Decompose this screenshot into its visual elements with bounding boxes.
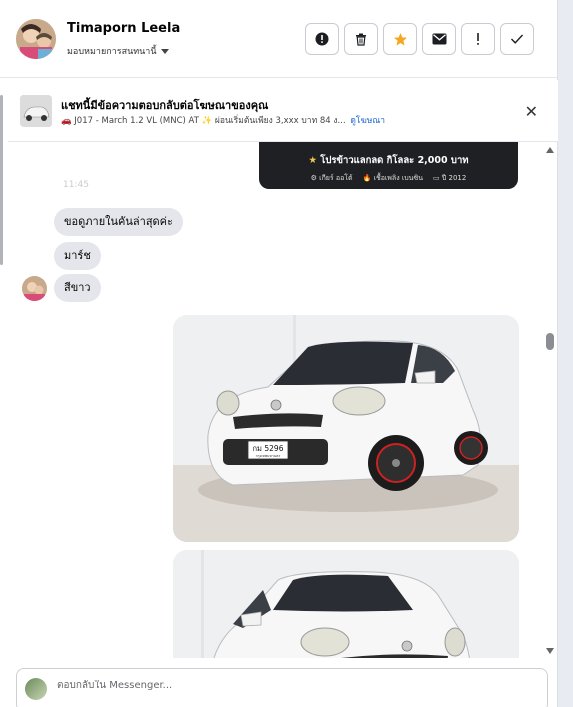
- message-thread: ★ โปรข้าวแลกลด กิโลละ 2,000 บาท ⚙ เกียร์…: [8, 142, 544, 658]
- contact-avatar[interactable]: [16, 19, 56, 59]
- page-avatar: [25, 678, 47, 700]
- star-button[interactable]: [383, 23, 417, 55]
- close-icon[interactable]: ✕: [525, 102, 538, 121]
- promo-meta-transmission: เกียร์ ออโต้: [319, 174, 353, 182]
- assign-conversation-dropdown[interactable]: มอบหมายการสนทนานี้: [67, 44, 169, 58]
- envelope-icon: [432, 33, 446, 45]
- header-actions: [305, 23, 534, 55]
- follow-up-button[interactable]: [461, 23, 495, 55]
- mark-done-button[interactable]: [500, 23, 534, 55]
- sender-avatar: [22, 276, 47, 301]
- view-ad-link[interactable]: ดูโฆษณา: [350, 116, 385, 126]
- promo-card[interactable]: ★ โปรข้าวแลกลด กิโลละ 2,000 บาท ⚙ เกียร์…: [259, 142, 518, 189]
- left-scrollbar-thumb[interactable]: [0, 95, 3, 265]
- ad-banner-subtitle: 🚗 J017 - March 1.2 VL (MNC) AT ✨ ผ่อนเริ…: [61, 113, 521, 127]
- message-bubble[interactable]: มาร์ช: [54, 242, 101, 270]
- star-icon: [393, 32, 407, 45]
- message-composer: [16, 668, 548, 707]
- fuel-icon: 🔥 เชื้อเพลิง เบนซิน: [362, 174, 424, 182]
- trash-icon: [356, 33, 366, 46]
- checkmark-icon: [510, 34, 524, 44]
- caret-down-icon: [160, 48, 169, 54]
- assign-label: มอบหมายการสนทนานี้: [67, 47, 157, 57]
- car-photo[interactable]: กม 5296 กรุงเทพมหานคร: [173, 315, 519, 542]
- scroll-down-arrow-icon[interactable]: [546, 648, 554, 654]
- message-bubble[interactable]: สีขาว: [54, 274, 101, 302]
- promo-meta: ⚙ เกียร์ ออโต้ 🔥 เชื้อเพลิง เบนซิน ▭ ปี …: [259, 173, 518, 184]
- scroll-up-arrow-icon[interactable]: [546, 147, 554, 153]
- alert-circle-icon: [315, 32, 329, 46]
- exclamation-icon: [477, 33, 479, 45]
- mark-spam-button[interactable]: [305, 23, 339, 55]
- timestamp: 11:45: [63, 180, 89, 190]
- star-icon: ★: [308, 155, 321, 166]
- conversation-header: Timaporn Leela มอบหมายการสนทนานี้: [0, 0, 558, 78]
- ad-thumbnail[interactable]: [20, 95, 52, 127]
- ad-reply-banner: แชทนี้มีข้อความตอบกลับต่อโฆษณาของคุณ 🚗 J…: [8, 80, 558, 142]
- contact-name: Timaporn Leela: [67, 21, 181, 36]
- delete-button[interactable]: [344, 23, 378, 55]
- ad-description: 🚗 J017 - March 1.2 VL (MNC) AT ✨ ผ่อนเริ…: [61, 116, 346, 126]
- reply-input[interactable]: [57, 680, 517, 691]
- mark-unread-button[interactable]: [422, 23, 456, 55]
- calendar-icon: ▭ ปี 2012: [433, 174, 467, 182]
- side-gutter: [558, 0, 573, 707]
- car-photo[interactable]: [173, 550, 519, 658]
- ad-banner-title: แชทนี้มีข้อความตอบกลับต่อโฆษณาของคุณ: [61, 99, 269, 112]
- promo-offer: ★ โปรข้าวแลกลด กิโลละ 2,000 บาท: [259, 153, 518, 168]
- conversation-panel: Timaporn Leela มอบหมายการสนทนานี้ แชทนี้…: [0, 0, 558, 707]
- license-plate-number: กม 5296: [253, 444, 284, 453]
- promo-offer-text: โปรข้าวแลกลด กิโลละ 2,000 บาท: [320, 155, 469, 166]
- promo-meta-fuel: เชื้อเพลิง เบนซิน: [373, 174, 424, 182]
- promo-meta-year: ปี 2012: [441, 174, 467, 182]
- message-bubble[interactable]: ขอดูภายในคันล่าสุดค่ะ: [54, 208, 183, 236]
- gear-icon: ⚙ เกียร์ ออโต้: [310, 174, 353, 182]
- scrollbar-thumb[interactable]: [546, 333, 554, 350]
